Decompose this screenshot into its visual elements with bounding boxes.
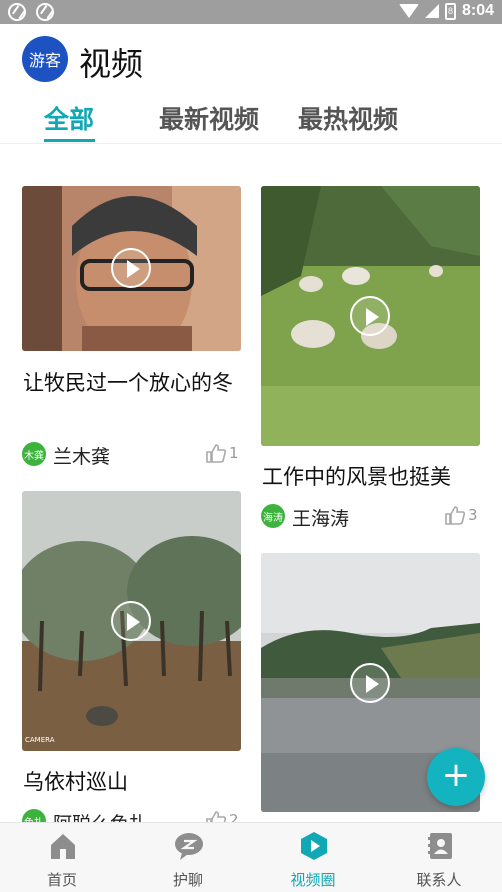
author-name[interactable]: 王海涛	[292, 504, 349, 531]
nav-contacts[interactable]: 联系人	[389, 829, 489, 889]
tab-indicator	[44, 139, 95, 142]
nav-home-label: 首页	[46, 871, 77, 889]
author-name[interactable]: 兰木龚	[53, 442, 110, 469]
nav-video-circle[interactable]: 视频圈	[263, 829, 363, 889]
nav-chat[interactable]: 护聊	[138, 829, 238, 889]
play-icon[interactable]	[350, 663, 390, 703]
like-number: 3	[468, 506, 478, 524]
tab-latest[interactable]: 最新视频	[159, 100, 259, 136]
status-time: 8:04	[461, 2, 494, 19]
page-title: 视频	[79, 45, 144, 83]
avatar[interactable]: 游客	[22, 36, 68, 82]
play-icon[interactable]	[111, 601, 151, 641]
signal-icon	[424, 4, 439, 18]
add-video-button[interactable]: +	[427, 748, 485, 806]
play-icon[interactable]	[350, 296, 390, 336]
video-card[interactable]: CAMERA 乌依村巡山 色扎 阿聪么色扎 2	[22, 491, 241, 835]
nav-contacts-label: 联系人	[416, 871, 462, 889]
tab-bar: 全部 最新视频 最热视频	[0, 96, 502, 144]
author-avatar: 木龚	[22, 442, 46, 466]
nav-home[interactable]: 首页	[12, 829, 112, 889]
sync-icon	[36, 3, 54, 21]
author-avatar: 海涛	[261, 504, 285, 528]
wifi-icon	[398, 4, 419, 18]
avatar-text: 游客	[28, 51, 61, 70]
like-count[interactable]: 1	[205, 443, 239, 463]
video-title[interactable]: 乌依村巡山	[23, 766, 233, 798]
video-card[interactable]: 让牧民过一个放心的冬 木龚 兰木龚 1	[22, 186, 241, 486]
battery-icon: 8	[444, 2, 456, 20]
video-circle-icon	[301, 832, 327, 860]
sync-icon	[8, 3, 26, 21]
video-thumbnail[interactable]	[261, 186, 480, 446]
status-bar: 8 8:04	[0, 0, 502, 24]
video-thumbnail[interactable]	[22, 186, 241, 351]
battery-level: 8	[447, 5, 453, 16]
play-icon[interactable]	[111, 248, 151, 288]
video-title[interactable]: 让牧民过一个放心的冬	[23, 367, 233, 399]
header: 游客 视频	[0, 24, 502, 96]
thumbs-up-icon	[445, 506, 466, 525]
like-count[interactable]: 3	[444, 505, 478, 525]
video-card[interactable]: 工作中的风景也挺美 海涛 王海涛 3	[261, 186, 480, 531]
home-icon	[51, 834, 75, 859]
like-number: 1	[229, 444, 239, 462]
nav-video-circle-label: 视频圈	[290, 871, 336, 889]
chat-icon	[175, 833, 203, 860]
thumbs-up-icon	[206, 444, 227, 463]
video-thumbnail[interactable]: CAMERA	[22, 491, 241, 751]
contacts-icon	[428, 833, 452, 859]
bottom-nav: 首页 护聊 视频圈 联系人	[0, 822, 502, 892]
video-title[interactable]: 工作中的风景也挺美	[262, 461, 480, 493]
nav-chat-label: 护聊	[172, 871, 203, 889]
tab-all[interactable]: 全部	[44, 100, 94, 136]
tab-hottest[interactable]: 最热视频	[298, 100, 398, 136]
thumbnail-caption: CAMERA	[25, 736, 55, 744]
